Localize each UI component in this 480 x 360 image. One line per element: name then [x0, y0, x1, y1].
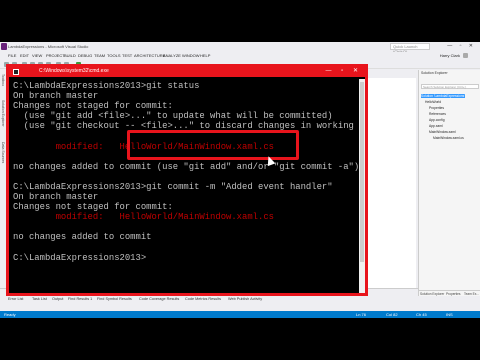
status-mode: INS	[446, 312, 453, 317]
tree-item-app-xaml[interactable]: App.xaml	[429, 124, 443, 128]
tab-code-coverage-results[interactable]: Code Coverage Results	[139, 297, 179, 301]
menu-bar: FILE EDIT VIEW PROJECT BUILD DEBUG TEAM …	[0, 52, 480, 60]
console-line: Changes not staged for commit:	[13, 101, 173, 112]
tree-item-app-config[interactable]: App.config	[429, 118, 445, 122]
tree-item-properties[interactable]: Properties	[429, 106, 444, 110]
visual-studio-logo-icon	[1, 43, 7, 50]
status-column: Col 82	[386, 312, 398, 317]
user-name[interactable]: Harry Clark	[440, 53, 460, 58]
console-scroll-thumb[interactable]	[360, 82, 364, 262]
status-char: Ch 45	[416, 312, 427, 317]
console-line: On branch master	[13, 192, 99, 203]
cmd-icon	[13, 69, 19, 75]
status-text: Ready	[4, 312, 16, 317]
console-line: C:\LambdaExpressions2013>git commit -m "…	[13, 181, 333, 192]
console-line: modified: HelloWorld/MainWindow.xaml.cs	[13, 212, 274, 223]
menu-edit[interactable]: EDIT	[20, 53, 29, 58]
console-title-bar[interactable]: C:\Windows\system32\cmd.exe — ▫ ✕	[9, 67, 365, 77]
menu-analyze[interactable]: ANALYZE	[163, 53, 181, 58]
console-line: no changes added to commit (use "git add…	[13, 161, 359, 172]
solution-search-input[interactable]: Search Solution Explorer (Ctrl+;)	[421, 84, 479, 89]
menu-test[interactable]: TEST	[122, 53, 132, 58]
toolbox-tab[interactable]: Toolbox	[1, 74, 5, 86]
console-line: C:\LambdaExpressions2013>git status	[13, 81, 200, 91]
menu-build[interactable]: BUILD	[64, 53, 76, 58]
menu-architecture[interactable]: ARCHITECTURE	[134, 53, 165, 58]
tab-find-symbol-results[interactable]: Find Symbol Results	[97, 297, 132, 301]
tree-item-helloworld[interactable]: HelloWorld	[425, 100, 441, 104]
user-avatar-icon[interactable]	[463, 53, 468, 58]
tree-item-mainwindow-xaml[interactable]: MainWindow.xaml	[429, 130, 456, 134]
console-line: no changes added to commit	[13, 232, 152, 243]
bottom-tool-tabs: Error List Task List Output Find Results…	[0, 296, 480, 303]
tab-task-list[interactable]: Task List	[32, 297, 47, 301]
console-line: C:\LambdaExpressions2013>	[13, 252, 147, 263]
video-frame: LambdaExpressions - Microsoft Visual Stu…	[0, 0, 480, 360]
console-line: Changes not staged for commit:	[13, 202, 173, 213]
quick-launch-input[interactable]: Quick Launch (Ctrl+Q)	[390, 43, 430, 54]
data-sources-tab[interactable]: Data Sources	[1, 142, 5, 163]
status-bar: Ready Ln 76 Col 82 Ch 45 INS	[0, 311, 480, 318]
solution-explorer-panel: Solution Explorer Search Solution Explor…	[418, 70, 480, 296]
tab-web-publish-activity[interactable]: Web Publish Activity	[228, 297, 262, 301]
solution-explorer-toolbar[interactable]	[421, 78, 479, 82]
cmd-console-window[interactable]: C:\Windows\system32\cmd.exe — ▫ ✕ C:\Lam…	[6, 64, 368, 296]
annotation-highlight-box	[127, 130, 299, 160]
menu-tools[interactable]: TOOLS	[107, 53, 121, 58]
tree-item-mainwindow-xaml-cs[interactable]: MainWindow.xaml.cs	[433, 136, 464, 140]
console-output: C:\LambdaExpressions2013>git status On br…	[9, 79, 359, 293]
menu-team[interactable]: TEAM	[94, 53, 105, 58]
tab-output[interactable]: Output	[52, 297, 63, 301]
menu-view[interactable]: VIEW	[32, 53, 42, 58]
tree-item-solution[interactable]: Solution 'LambdaExpressions'	[421, 94, 465, 98]
tab-find-results-1[interactable]: Find Results 1	[68, 297, 92, 301]
tab-error-list[interactable]: Error List	[8, 297, 23, 301]
console-title: C:\Windows\system32\cmd.exe	[39, 68, 109, 74]
tab-code-metrics-results[interactable]: Code Metrics Results	[185, 297, 221, 301]
solution-explorer-header: Solution Explorer	[421, 71, 448, 75]
menu-help[interactable]: HELP	[200, 53, 210, 58]
console-scrollbar[interactable]	[359, 79, 365, 293]
console-line: (use "git add <file>..." to update what …	[13, 111, 333, 122]
solution-explorer-side-tab[interactable]: Solution Explorer	[1, 100, 5, 127]
tree-item-references[interactable]: References	[429, 112, 446, 116]
status-line: Ln 76	[356, 312, 367, 317]
console-line: On branch master	[13, 91, 99, 102]
menu-debug[interactable]: DEBUG	[78, 53, 92, 58]
menu-window[interactable]: WINDOW	[182, 53, 200, 58]
console-window-controls[interactable]: — ▫ ✕	[326, 67, 363, 74]
menu-file[interactable]: FILE	[8, 53, 16, 58]
window-title: LambdaExpressions - Microsoft Visual Stu…	[8, 44, 89, 49]
menu-project[interactable]: PROJECT	[46, 53, 65, 58]
title-bar: LambdaExpressions - Microsoft Visual Stu…	[0, 42, 480, 54]
window-controls[interactable]: — ▫ ✕	[447, 43, 476, 49]
